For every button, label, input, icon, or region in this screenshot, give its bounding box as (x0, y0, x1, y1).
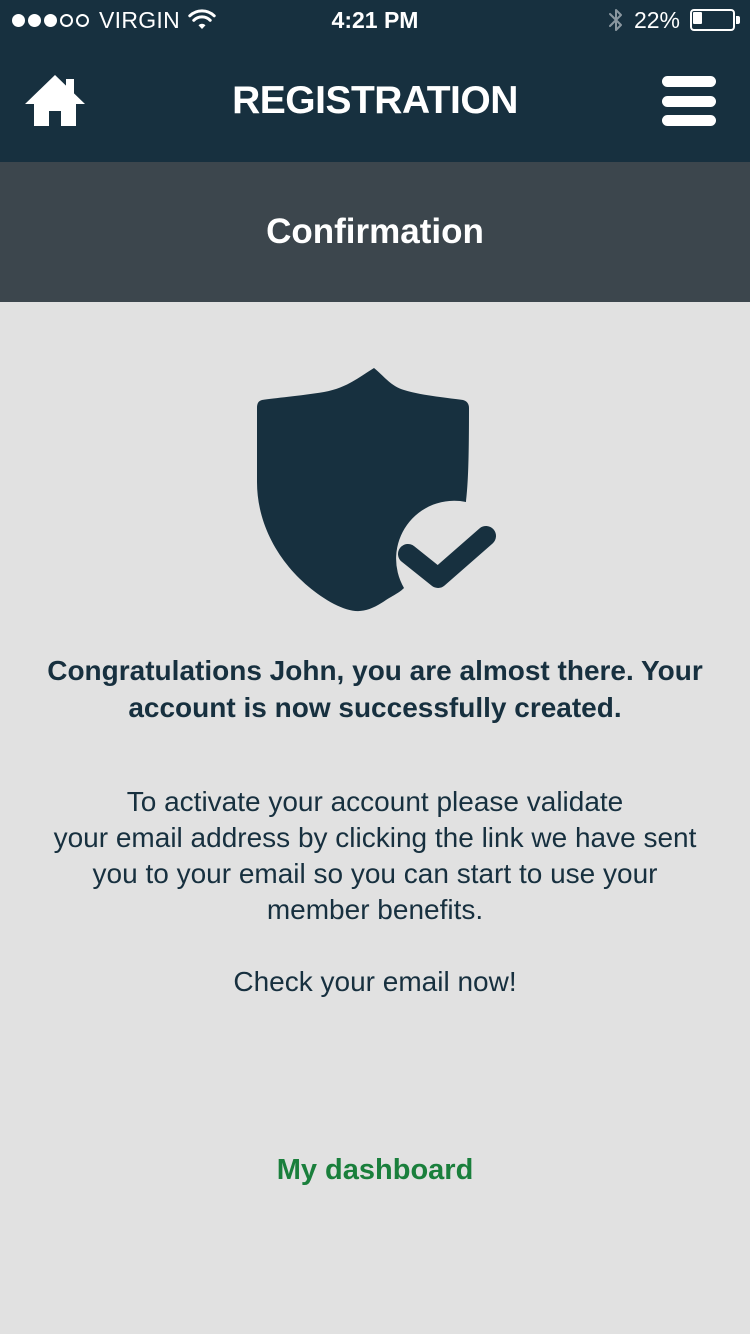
congratulations-message: Congratulations John, you are almost the… (47, 655, 703, 723)
battery-level (693, 12, 702, 24)
menu-bar (662, 96, 716, 107)
battery-tip (736, 16, 740, 24)
status-right: 22% (608, 0, 740, 40)
shield-check-icon (257, 368, 496, 612)
menu-bar (662, 115, 716, 126)
confirmation-content: Congratulations John, you are almost the… (0, 302, 750, 1334)
app-header: REGISTRATION (0, 40, 750, 162)
my-dashboard-link[interactable]: My dashboard (225, 1150, 525, 1190)
menu-button[interactable] (662, 76, 716, 126)
home-icon (25, 75, 85, 126)
check-email-text: Check your email now! (233, 966, 517, 997)
menu-bar (662, 76, 716, 87)
section-header: Confirmation (0, 162, 750, 302)
page-title: REGISTRATION (232, 79, 518, 122)
battery-icon (690, 9, 740, 31)
bluetooth-icon (608, 9, 622, 31)
activation-instructions: To activate your account please validate… (53, 786, 697, 925)
status-bar: VIRGIN 4:21 PM 22% (0, 0, 750, 40)
battery-percentage: 22% (633, 6, 680, 33)
home-button[interactable] (22, 72, 88, 128)
